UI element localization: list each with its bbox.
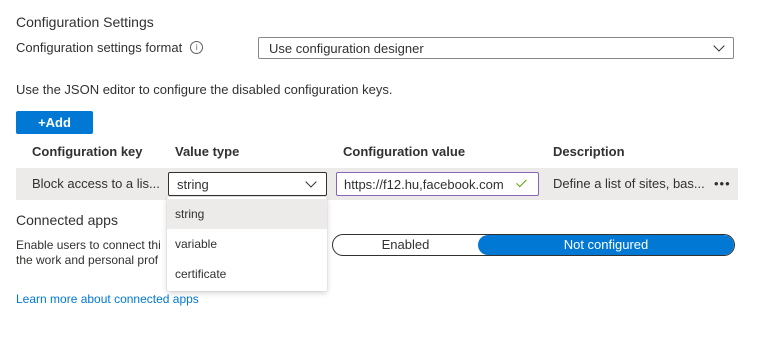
value-type-menu: string variable certificate bbox=[167, 197, 327, 291]
menu-option-variable[interactable]: variable bbox=[167, 229, 327, 259]
menu-option-string[interactable]: string bbox=[167, 199, 327, 229]
more-options-icon[interactable]: ••• bbox=[714, 176, 731, 191]
section-title: Configuration Settings bbox=[16, 14, 154, 30]
connected-apps-description: Enable users to connect thi the work and… bbox=[16, 238, 176, 268]
chevron-down-icon bbox=[713, 40, 725, 52]
row-config-key: Block access to a lis... bbox=[32, 176, 160, 191]
connected-apps-toggle[interactable]: Enabled Not configured bbox=[332, 234, 735, 256]
config-value-text: https://f12.hu,facebook.com bbox=[344, 177, 504, 192]
toggle-option-enabled[interactable]: Enabled bbox=[333, 235, 478, 255]
format-dropdown[interactable]: Use configuration designer bbox=[258, 37, 734, 59]
connected-apps-description-line-1: Enable users to connect thi bbox=[16, 238, 161, 252]
value-type-select-value: string bbox=[177, 177, 209, 192]
column-header-value-type: Value type bbox=[175, 144, 240, 159]
format-label: Configuration settings format bbox=[16, 40, 183, 55]
connected-apps-title: Connected apps bbox=[16, 212, 118, 228]
add-button[interactable]: +Add bbox=[16, 111, 93, 134]
menu-option-certificate[interactable]: certificate bbox=[167, 259, 327, 289]
row-description: Define a list of sites, bas... bbox=[553, 176, 705, 191]
column-header-value: Configuration value bbox=[343, 144, 466, 159]
format-label-wrapper: Configuration settings format i bbox=[16, 40, 204, 55]
learn-more-link[interactable]: Learn more about connected apps bbox=[16, 292, 199, 306]
info-icon[interactable]: i bbox=[190, 41, 204, 54]
check-icon bbox=[516, 176, 527, 188]
format-dropdown-value: Use configuration designer bbox=[269, 41, 424, 56]
column-header-key: Configuration key bbox=[32, 144, 143, 159]
chevron-down-icon bbox=[305, 176, 317, 188]
column-header-description: Description bbox=[553, 144, 625, 159]
connected-apps-description-line-2: the work and personal prof bbox=[16, 253, 159, 267]
config-value-input[interactable]: https://f12.hu,facebook.com bbox=[336, 172, 539, 196]
toggle-option-not-configured[interactable]: Not configured bbox=[478, 235, 734, 255]
value-type-select[interactable]: string bbox=[168, 172, 327, 196]
helper-text: Use the JSON editor to configure the dis… bbox=[16, 82, 393, 97]
